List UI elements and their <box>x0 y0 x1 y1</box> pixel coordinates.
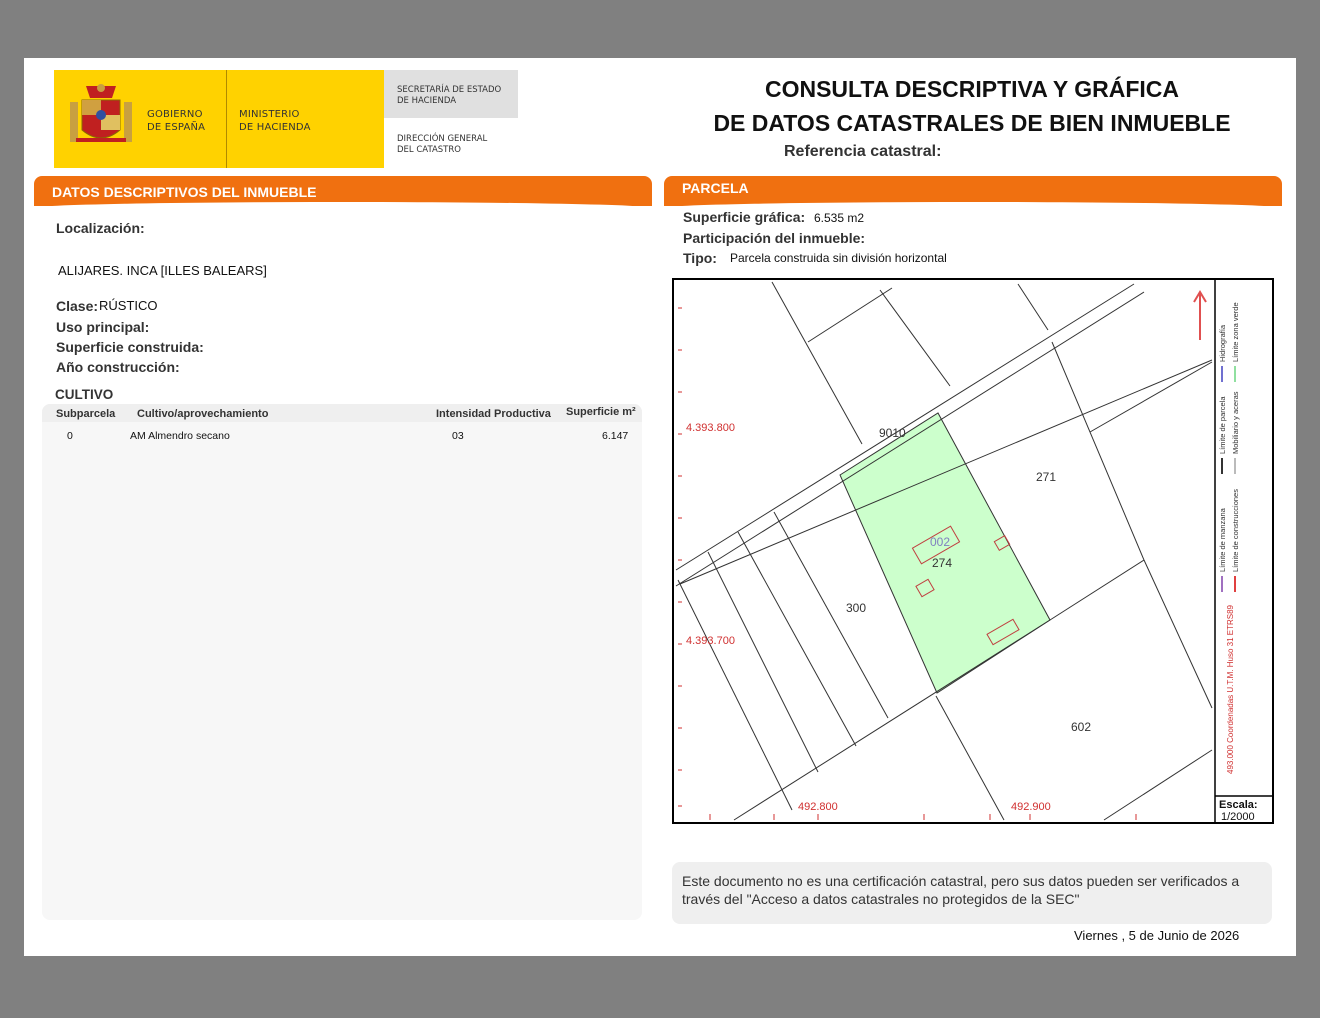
anio-construccion-label: Año construcción: <box>56 359 180 375</box>
boundary-line <box>935 695 1005 821</box>
x-coord-label-2: 492.900 <box>1011 801 1051 813</box>
legend-hidrografia-text: Hidrografía <box>1218 324 1227 362</box>
cell-intensidad: 03 <box>452 430 464 442</box>
y-coord-label-1: 4.393.800 <box>686 422 735 434</box>
header-curve <box>664 202 1282 208</box>
boundary-line <box>1103 749 1213 821</box>
cultivo-title: CULTIVO <box>55 387 114 402</box>
gobierno-line-1: GOBIERNO <box>147 109 203 120</box>
disclaimer-box: Este documento no es una certificación c… <box>672 862 1272 924</box>
parcel-label-271: 271 <box>1036 470 1057 484</box>
building-label-002: 002 <box>930 535 951 549</box>
participacion-label: Participación del inmueble: <box>683 230 866 246</box>
clase-value: RÚSTICO <box>99 298 158 313</box>
secretaria-line-1: SECRETARÍA DE ESTADO <box>397 85 502 95</box>
document-page: GOBIERNO DE ESPAÑA MINISTERIO DE HACIEND… <box>24 58 1296 956</box>
clase-label: Clase: <box>56 298 99 314</box>
col-superficie: Superficie m² <box>566 406 636 418</box>
north-arrow-icon <box>1193 290 1207 340</box>
header-curve <box>34 202 652 208</box>
boundary-line <box>771 281 863 445</box>
x-axis-ticks <box>709 814 1137 820</box>
cell-cultivo: AM Almendro secano <box>130 430 230 442</box>
parcela-section-title: PARCELA <box>682 180 749 196</box>
boundary-line <box>1017 283 1049 331</box>
boundary-line <box>879 289 951 387</box>
boundary-line <box>1143 559 1213 709</box>
title-line-2: DE DATOS CATASTRALES DE BIEN INMUEBLE <box>713 110 1231 136</box>
boundary-line <box>1051 341 1145 561</box>
cultivo-table: Subparcela Cultivo/aprovechamiento Inten… <box>42 404 642 920</box>
cell-subparcela: 0 <box>67 430 73 442</box>
coords-note: 493.000 Coordenadas U.T.M. Huso 31 ETRS8… <box>1226 605 1235 774</box>
title-line-1: CONSULTA DESCRIPTIVA Y GRÁFICA <box>764 76 1180 102</box>
direccion-line-2: DEL CATASTRO <box>397 145 461 155</box>
parcel-label-602: 602 <box>1071 720 1092 734</box>
parcel-label-274: 274 <box>932 556 953 570</box>
boundary-line <box>707 551 819 773</box>
legend-mobiliario-text: Mobiliario y aceras <box>1231 391 1240 454</box>
tipo-value: Parcela construida sin división horizont… <box>730 251 947 265</box>
x-coord-label-1: 492.800 <box>798 801 838 813</box>
direccion-line-1: DIRECCIÓN GENERAL <box>397 134 488 144</box>
secretaria-line-2: DE HACIENDA <box>397 96 457 106</box>
coat-of-arms-icon <box>70 84 132 142</box>
gobierno-line-2: DE ESPAÑA <box>147 122 206 133</box>
scale-label: Escala: <box>1219 799 1258 811</box>
table-header-row: Subparcela Cultivo/aprovechamiento Inten… <box>42 404 642 422</box>
boundary-line <box>677 579 793 811</box>
superficie-construida-label: Superficie construida: <box>56 339 204 355</box>
parcel-label-9010: 9010 <box>879 426 906 440</box>
legend-parcela-text: Límite de parcela <box>1218 396 1227 454</box>
boundary-line <box>733 619 1051 821</box>
y-axis-ticks <box>678 307 682 807</box>
legend-construcciones-text: Límite de construcciones <box>1231 489 1240 572</box>
uso-principal-label: Uso principal: <box>56 319 150 335</box>
descriptive-section-header: DATOS DESCRIPTIVOS DEL INMUEBLE <box>34 176 652 208</box>
scale-value: 1/2000 <box>1221 811 1255 823</box>
logo-divider <box>226 70 227 168</box>
boundary-line <box>1089 361 1213 433</box>
col-intensidad: Intensidad Productiva <box>436 408 551 420</box>
localizacion-label: Localización: <box>56 220 145 236</box>
legend-manzana-text: Límite de manzana <box>1218 508 1227 572</box>
col-subparcela: Subparcela <box>56 408 116 420</box>
parcel-274 <box>839 412 1051 694</box>
parcel-label-300: 300 <box>846 601 867 615</box>
boundary-line <box>807 287 893 343</box>
parcel-map: 4.393.800 4.393.700 492.800 492.900 9010… <box>672 278 1274 824</box>
ministerio-line-2: DE HACIENDA <box>239 122 311 133</box>
superficie-grafica-label: Superficie gráfica: <box>683 209 806 225</box>
col-cultivo: Cultivo/aprovechamiento <box>137 408 269 420</box>
boundary-line <box>737 531 857 747</box>
boundary-line <box>1049 559 1145 621</box>
page-title: CONSULTA DESCRIPTIVA Y GRÁFICA DE DATOS … <box>664 72 1280 140</box>
map-canvas <box>675 280 1272 822</box>
localizacion-value: ALIJARES. INCA [ILLES BALEARS] <box>58 263 267 278</box>
legend-zona-verde-text: Límite zona verde <box>1231 302 1240 362</box>
descriptive-section-title: DATOS DESCRIPTIVOS DEL INMUEBLE <box>52 184 317 200</box>
superficie-grafica-value: 6.535 m2 <box>814 211 865 225</box>
referencia-catastral-label: Referencia catastral: <box>784 143 942 160</box>
disclaimer-text: Este documento no es una certificación c… <box>682 873 1240 907</box>
ministerio-line-1: MINISTERIO <box>239 109 300 120</box>
document-date: Viernes , 5 de Junio de 2026 <box>1074 928 1240 943</box>
parcela-section-header: PARCELA <box>664 176 1282 208</box>
y-coord-label-2: 4.393.700 <box>686 635 735 647</box>
tipo-label: Tipo: <box>683 250 717 266</box>
cell-superficie: 6.147 <box>602 430 629 442</box>
